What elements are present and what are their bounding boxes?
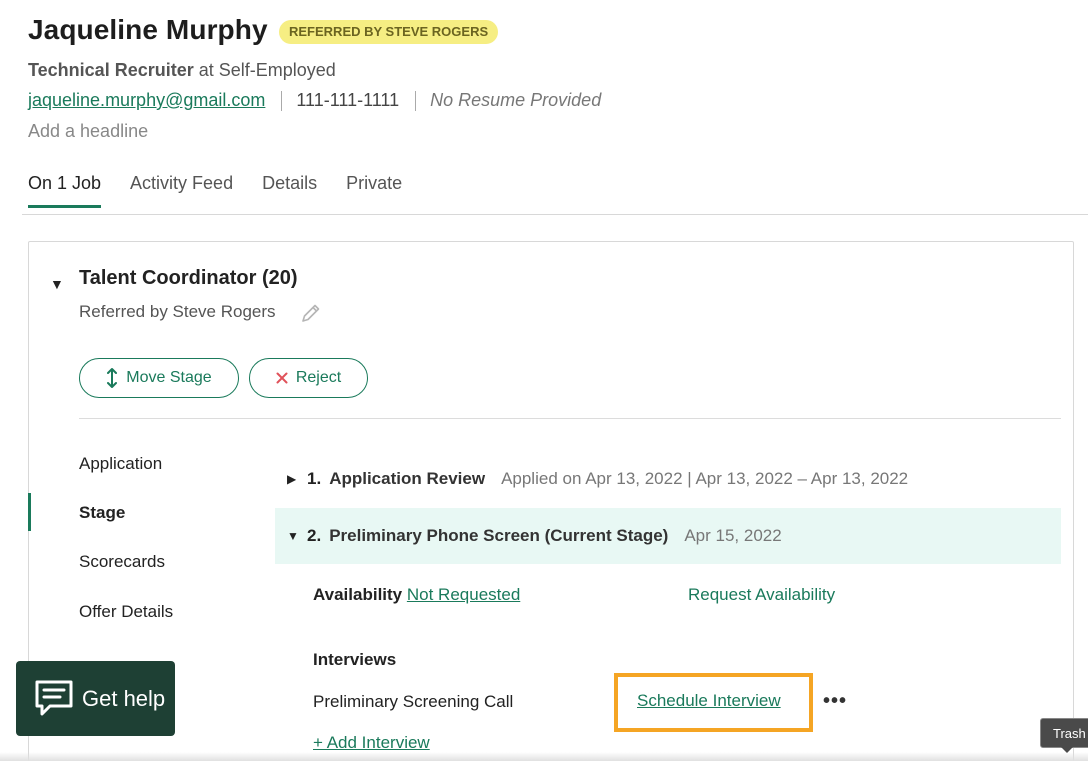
add-interview-link[interactable]: + Add Interview <box>313 733 430 753</box>
divider <box>415 90 417 111</box>
divider <box>281 90 283 111</box>
caret-down-icon[interactable]: ▼ <box>50 276 64 292</box>
get-help-button[interactable]: Get help <box>16 661 175 736</box>
stage-name: Preliminary Phone Screen (Current Stage) <box>329 526 669 545</box>
pencil-icon[interactable] <box>299 301 323 325</box>
resume-status: No Resume Provided <box>430 90 602 110</box>
tab-activity-feed[interactable]: Activity Feed <box>130 173 233 208</box>
stage-name: Application Review <box>329 469 486 488</box>
availability-row: Availability Not Requested <box>313 585 520 605</box>
candidate-name: Jaqueline Murphy <box>28 14 268 45</box>
tab-private[interactable]: Private <box>346 173 402 208</box>
move-stage-label: Move Stage <box>126 369 212 386</box>
stage-date: Apr 15, 2022 <box>684 526 782 545</box>
caret-down-icon: ▼ <box>287 529 299 543</box>
stage-number: 1. <box>307 469 322 488</box>
stage-row-application-review[interactable]: ▶ 1. Application Review Applied on Apr 1… <box>275 451 1061 507</box>
interviews-heading: Interviews <box>313 650 397 669</box>
sidenav-active-indicator <box>28 493 31 531</box>
schedule-interview-link[interactable]: Schedule Interview <box>637 691 781 711</box>
email-link[interactable]: jaqueline.murphy@gmail.com <box>28 90 265 111</box>
bottom-fade <box>0 752 1088 761</box>
interview-name: Preliminary Screening Call <box>313 692 514 711</box>
sidenav-item-application[interactable]: Application <box>79 454 162 474</box>
candidate-employer: at Self-Employed <box>198 60 336 80</box>
reject-button[interactable]: Reject <box>249 358 368 398</box>
tab-details[interactable]: Details <box>262 173 317 208</box>
reject-x-icon <box>276 372 288 384</box>
candidate-title-line: Technical Recruiter at Self-Employed <box>28 60 336 81</box>
phone-number: 111-111-1111 <box>296 90 400 110</box>
add-headline[interactable]: Add a headline <box>28 121 148 142</box>
profile-tabs: On 1 Job Activity Feed Details Private <box>28 173 431 208</box>
request-availability-link[interactable]: Request Availability <box>688 585 835 605</box>
move-stage-button[interactable]: Move Stage <box>79 358 239 398</box>
caret-right-icon: ▶ <box>287 472 297 486</box>
availability-status-link[interactable]: Not Requested <box>407 585 520 604</box>
candidate-job-title: Technical Recruiter <box>28 60 194 80</box>
sidenav-item-offer-details[interactable]: Offer Details <box>79 602 173 622</box>
availability-label: Availability <box>313 585 403 604</box>
job-title: Talent Coordinator (20) <box>79 267 298 289</box>
stage-date: Applied on Apr 13, 2022 | Apr 13, 2022 –… <box>501 469 909 488</box>
get-help-label: Get help <box>82 685 166 711</box>
job-referred-by: Referred by Steve Rogers <box>79 302 276 321</box>
stage-number: 2. <box>307 526 322 545</box>
sidenav-item-stage[interactable]: Stage <box>79 503 125 523</box>
more-icon[interactable]: ••• <box>823 690 847 713</box>
card-divider <box>79 418 1061 419</box>
chat-icon <box>35 680 73 715</box>
tab-on-1-job[interactable]: On 1 Job <box>28 173 102 208</box>
sidenav-item-scorecards[interactable]: Scorecards <box>79 552 165 572</box>
tabs-divider <box>22 214 1088 215</box>
contact-info: jaqueline.murphy@gmail.com 111-111-1111 … <box>28 90 601 111</box>
move-stage-icon <box>107 368 118 388</box>
stage-row-preliminary-phone-screen[interactable]: ▼ 2. Preliminary Phone Screen (Current S… <box>275 508 1061 564</box>
reject-label: Reject <box>295 369 342 386</box>
referral-badge: REFERRED BY STEVE ROGERS <box>279 20 499 44</box>
trash-tooltip: Trash <box>1040 718 1088 748</box>
